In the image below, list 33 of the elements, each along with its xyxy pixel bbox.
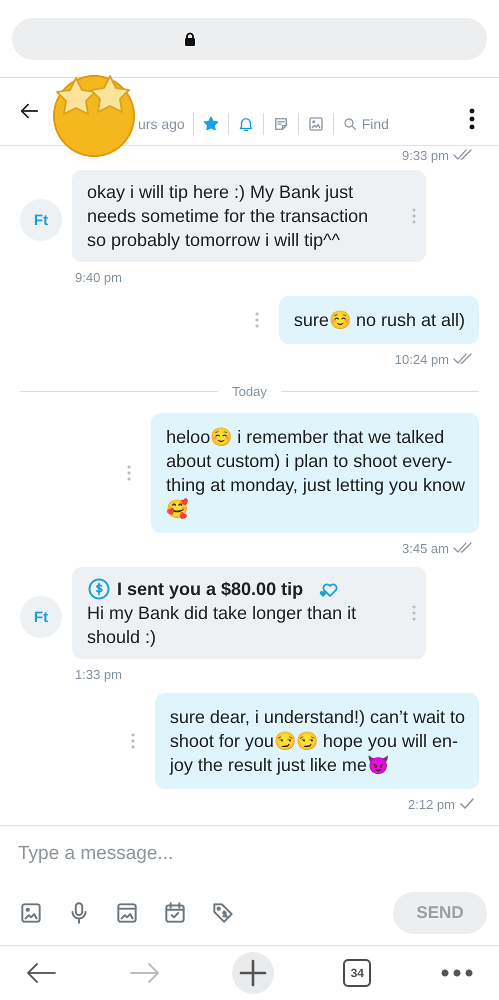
message-time: 1:33 pm <box>75 666 122 682</box>
more-icon[interactable] <box>441 969 473 977</box>
bell-icon[interactable] <box>236 115 255 133</box>
message-text: sure dear, i understand!) can’t wait to shoot for you😏😏 hope you will en- joy the result just like me😈 <box>170 706 465 777</box>
back-arrow-icon[interactable] <box>24 961 58 985</box>
message-text: okay i will tip here :) My Bank just needs sometime for the transaction so probably tomorrow i will tip^^ <box>87 181 370 252</box>
find-button[interactable]: Find <box>342 116 389 132</box>
more-options-icon[interactable] <box>254 312 259 328</box>
dollar-coin-icon <box>87 577 111 601</box>
message-text: heloo☺ i remember that we talked about custom) i plan to shoot every- thing at monday, just letting you know 🥰 <box>166 426 465 521</box>
more-options-icon[interactable] <box>130 733 135 749</box>
more-options-icon[interactable] <box>127 465 132 481</box>
image-icon[interactable] <box>306 115 325 133</box>
more-options-icon[interactable] <box>412 208 416 224</box>
message-text: Hi my Bank did take longer than it should :) <box>87 602 358 649</box>
search-icon <box>342 116 358 132</box>
last-seen-text: urs ago <box>138 116 185 132</box>
message-text: sure☺ no rush at all) <box>294 309 465 332</box>
menu-icon[interactable] <box>469 108 475 130</box>
add-icon[interactable] <box>238 958 268 988</box>
message-time: 2:12 pm <box>408 796 455 812</box>
date-divider-label: Today <box>232 384 267 399</box>
more-options-icon[interactable] <box>412 605 416 621</box>
message-time: 3:45 am <box>402 540 449 556</box>
tab-count-button[interactable]: 34 <box>343 959 372 987</box>
avatar[interactable]: Ft <box>20 199 62 241</box>
message-time: 9:33 pm <box>402 148 449 162</box>
avatar[interactable]: Ft <box>20 596 62 638</box>
message-input[interactable]: Type a message... <box>18 840 487 868</box>
message-time: 9:40 pm <box>75 270 122 284</box>
star-icon[interactable] <box>202 115 220 133</box>
tip-text: I sent you a $80.00 tip <box>117 578 304 601</box>
message-time: 10:24 pm <box>394 352 449 366</box>
